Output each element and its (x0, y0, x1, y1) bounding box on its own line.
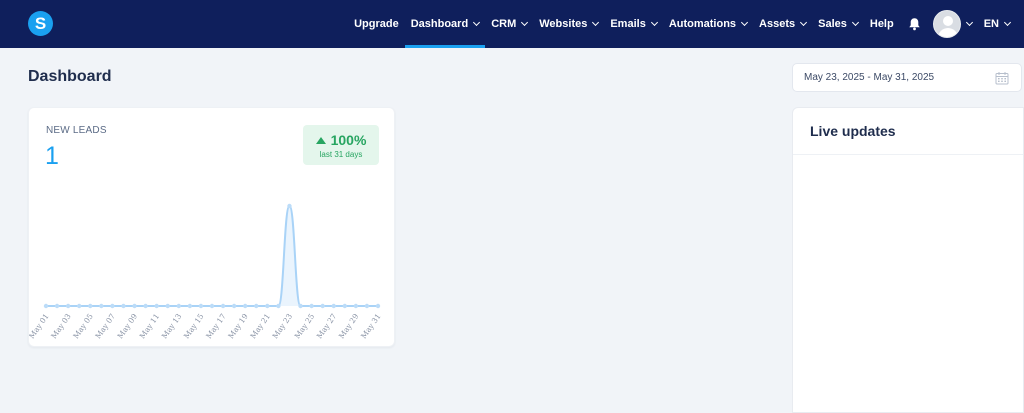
chart-point (154, 303, 159, 309)
x-tick-label: May 07 (93, 312, 117, 341)
page-title: Dashboard (28, 68, 112, 85)
chart-point (65, 303, 71, 309)
nav-item-automations[interactable]: Automations (663, 0, 753, 48)
x-tick-label: May 03 (49, 312, 73, 341)
chart-point (198, 303, 204, 309)
x-tick-label: May 19 (226, 312, 250, 341)
chart-point (143, 303, 148, 309)
chart-point (276, 303, 281, 309)
x-tick-label: May 15 (182, 312, 206, 341)
date-range-value: May 23, 2025 - May 31, 2025 (804, 72, 935, 83)
chart-point (220, 303, 226, 309)
chart-area (46, 206, 378, 306)
nav-item-assets[interactable]: Assets (753, 0, 812, 48)
divider (793, 154, 1023, 155)
x-tick-label: May 23 (270, 312, 294, 341)
chevron-down-icon (965, 18, 973, 27)
chart-point (342, 303, 347, 309)
nav-item-sales[interactable]: Sales (812, 0, 864, 48)
chart-point (364, 303, 370, 309)
x-tick-label: May 09 (116, 312, 140, 341)
language-selector[interactable]: EN (978, 0, 1016, 48)
live-updates-title: Live updates (810, 123, 896, 139)
chart-point (265, 303, 270, 309)
nav-item-label: Upgrade (354, 18, 399, 30)
chart-point (77, 303, 82, 309)
nav-item-upgrade[interactable]: Upgrade (348, 0, 405, 48)
chevron-down-icon (521, 18, 529, 27)
chart-point (88, 303, 93, 309)
x-tick-label: May 11 (138, 312, 162, 340)
nav-item-label: Emails (610, 18, 646, 30)
chevron-down-icon (650, 18, 658, 27)
chevron-down-icon (800, 18, 808, 27)
chart-point (353, 303, 359, 309)
x-tick-label: May 27 (315, 312, 339, 341)
triangle-up-icon (315, 136, 326, 144)
bell-icon (909, 18, 920, 31)
chart-point (99, 303, 104, 309)
nav-item-emails[interactable]: Emails (604, 0, 662, 48)
x-tick-label: May 29 (337, 312, 361, 341)
chart-point (187, 303, 193, 309)
chart-point (165, 303, 170, 309)
x-tick-label: May 25 (293, 312, 317, 341)
x-tick-label: May 17 (204, 312, 228, 341)
main-nav: Upgrade Dashboard CRM Websites Emails Automat… (348, 0, 1024, 48)
chevron-down-icon (851, 18, 859, 27)
nav-item-dashboard[interactable]: Dashboard (404, 0, 486, 48)
nav-item-label: Sales (818, 18, 847, 30)
chart-point (254, 303, 259, 309)
nav-item-label: Dashboard (410, 18, 469, 30)
top-navigation-bar: S Upgrade Dashboard CRM Websites Emails Autom… (0, 0, 1024, 48)
x-tick-label: May 31 (359, 312, 383, 340)
chart-point (375, 303, 381, 309)
nav-item-crm[interactable]: CRM (485, 0, 533, 48)
chevron-down-icon (741, 18, 749, 27)
chevron-down-icon (473, 18, 481, 27)
chart-point (110, 303, 115, 309)
chevron-down-icon (592, 18, 600, 27)
x-tick-label: May 01 (29, 312, 51, 340)
chart-point (331, 303, 336, 309)
x-tick-label: May 13 (160, 312, 184, 341)
chart-point (243, 303, 248, 309)
nav-item-label: Help (869, 18, 894, 30)
chart-series-line (45, 204, 378, 307)
user-menu[interactable] (929, 0, 978, 48)
chart-point (287, 203, 292, 209)
nav-item-label: CRM (491, 18, 517, 30)
nav-item-websites[interactable]: Websites (533, 0, 604, 48)
chart-point (121, 303, 126, 309)
chart-point (132, 303, 137, 309)
chart-point (176, 303, 181, 309)
x-tick-label: May 05 (71, 312, 95, 341)
change-badge: 100% last 31 days (303, 125, 379, 165)
chart-point (209, 303, 215, 309)
calendar-icon (995, 72, 1009, 85)
avatar (932, 10, 961, 38)
language-label: EN (983, 18, 999, 30)
nav-item-label: Assets (759, 18, 796, 30)
x-tick-label: May 21 (248, 312, 272, 340)
chart-point (309, 303, 314, 309)
nav-item-help[interactable]: Help (864, 0, 900, 48)
new-leads-card: May 01 May 03 May 05 May 07 May 09 May 11 May … (28, 107, 395, 347)
new-leads-value: 1 (45, 142, 59, 170)
notifications-button[interactable] (900, 0, 929, 48)
app-logo[interactable]: S (28, 11, 53, 36)
chart-point (54, 303, 60, 309)
chart-point (298, 303, 303, 309)
nav-item-label: Websites (539, 18, 588, 30)
chart-point (320, 303, 325, 309)
live-updates-panel: Live updates (792, 107, 1024, 413)
new-leads-label: NEW LEADS (46, 125, 107, 136)
chart-point (231, 303, 237, 309)
date-range-picker[interactable]: May 23, 2025 - May 31, 2025 (792, 63, 1022, 92)
chevron-down-icon (1003, 18, 1012, 27)
chart-point (43, 303, 49, 309)
nav-item-label: Automations (668, 18, 737, 30)
change-percent: 100% (330, 132, 367, 148)
change-period: last 31 days (319, 150, 363, 159)
